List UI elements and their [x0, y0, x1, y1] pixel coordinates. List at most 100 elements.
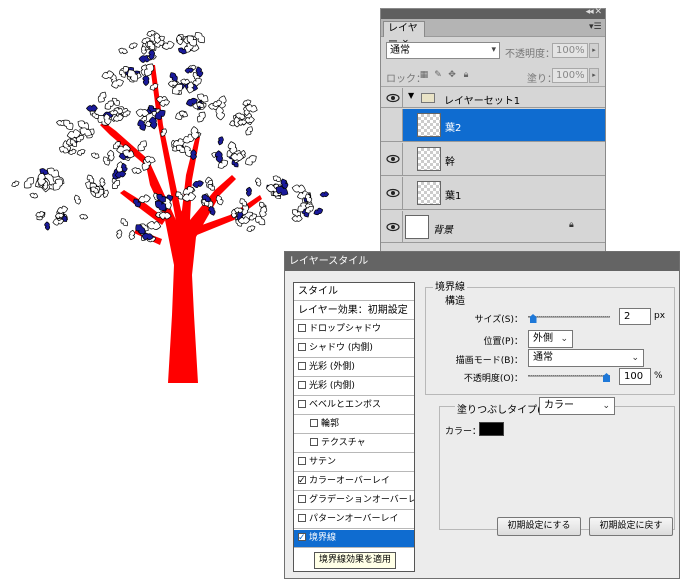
leaf	[245, 126, 253, 136]
effect-item[interactable]: 輪郭	[294, 416, 414, 434]
style-list-preset[interactable]: レイヤー効果：初期設定	[294, 302, 414, 320]
blend-mode-value: 通常	[390, 45, 410, 56]
layers-panel: ◂◂ ✕ レイヤー✕ ▾☰ 通常 ▾ 不透明度： 100% ▸ ロック： ▦ ✎…	[380, 7, 606, 252]
effect-checkbox[interactable]	[298, 530, 306, 547]
effect-checkbox[interactable]	[298, 514, 306, 522]
effect-item[interactable]: 光彩 (外側)	[294, 359, 414, 377]
layer-name: レイヤーセット1	[444, 96, 521, 107]
effect-label: 光彩 (内側)	[309, 381, 355, 391]
eye-icon[interactable]	[386, 93, 400, 103]
effect-checkbox[interactable]	[298, 495, 306, 503]
leaf	[116, 229, 123, 239]
layer-name: 葉1	[445, 191, 462, 202]
effect-label: ドロップシャドウ	[309, 324, 382, 334]
position-label: 位置(P)：	[483, 337, 523, 347]
layer-row-background[interactable]: 背景 🔒︎	[381, 211, 605, 243]
fill-type-select[interactable]: カラー ⌄	[539, 397, 615, 415]
leaf	[196, 111, 206, 123]
color-label: カラー：	[445, 427, 482, 437]
effect-label: パターンオーバーレイ	[309, 514, 399, 524]
layer-row-leaves2[interactable]: 葉2	[381, 109, 605, 142]
panel-menu-icon[interactable]: ▾☰	[589, 22, 602, 33]
effect-checkbox[interactable]	[298, 457, 306, 465]
tab-layers[interactable]: レイヤー✕	[383, 21, 425, 48]
effect-item[interactable]: グラデーションオーバーレイ	[294, 492, 414, 510]
panel-titlebar[interactable]: ◂◂ ✕	[381, 7, 605, 19]
effect-checkbox[interactable]	[298, 324, 306, 332]
leaf	[85, 104, 98, 112]
fill-arrow-icon[interactable]: ▸	[589, 68, 599, 83]
leaf	[128, 42, 138, 50]
opacity-arrow-icon[interactable]: ▸	[589, 43, 599, 58]
effect-item[interactable]: 光彩 (内側)	[294, 378, 414, 396]
effect-checkbox[interactable]	[298, 381, 306, 389]
style-list: スタイル レイヤー効果：初期設定 ドロップシャドウ シャドウ (内側) 光彩 (外側…	[293, 282, 415, 572]
lock-all-icon[interactable]: 🔒︎	[461, 70, 471, 80]
collapse-icon[interactable]: ◂◂ ✕	[586, 7, 602, 17]
lock-row: ロック： ▦ ✎ ✥ 🔒︎ 塗り： 100% ▸	[381, 65, 605, 87]
color-swatch[interactable]	[479, 422, 504, 436]
effect-item[interactable]: テクスチャ	[294, 435, 414, 453]
effect-label: シャドウ (内側)	[309, 343, 373, 353]
leaf	[184, 67, 194, 74]
layer-row-leaves1[interactable]: 葉1	[381, 177, 605, 210]
effect-item[interactable]: カラーオーバーレイ	[294, 473, 414, 491]
folder-icon	[421, 93, 435, 103]
leaf	[131, 167, 142, 174]
eye-icon[interactable]	[386, 222, 400, 232]
effect-label: ベベルとエンボス	[309, 400, 382, 410]
size-input[interactable]: 2	[619, 308, 651, 325]
leaf	[217, 136, 224, 146]
effect-item[interactable]: ベベルとエンボス	[294, 397, 414, 415]
leaf	[142, 74, 150, 87]
leaf	[319, 191, 330, 198]
effect-label: 輪郭	[321, 419, 340, 429]
effect-checkbox[interactable]	[298, 473, 306, 490]
blend-row: 通常 ▾ 不透明度： 100% ▸	[381, 37, 605, 65]
lock-move-icon[interactable]: ✥	[447, 70, 457, 80]
effect-item[interactable]: ドロップシャドウ	[294, 321, 414, 339]
expand-triangle-icon[interactable]: ▼	[408, 91, 414, 100]
chevron-down-icon: ⌄	[602, 401, 610, 411]
position-value: 外側	[533, 333, 553, 344]
lock-paint-icon[interactable]: ✎	[433, 70, 443, 80]
opacity-slider[interactable]	[528, 375, 610, 377]
layer-style-dialog: レイヤースタイル スタイル レイヤー効果：初期設定 ドロップシャドウ シャドウ (…	[284, 251, 680, 579]
leaf	[44, 221, 51, 231]
opacity-input[interactable]: 100%	[552, 43, 588, 58]
structure-title: 構造	[443, 292, 467, 307]
make-default-button[interactable]: 初期設定にする	[497, 517, 581, 536]
effect-checkbox[interactable]	[298, 400, 306, 408]
blend-mode-select[interactable]: 通常 ⌄	[528, 349, 644, 367]
leaf	[128, 229, 136, 241]
layer-row-trunk[interactable]: 幹	[381, 143, 605, 176]
layer-row-group[interactable]: ▼ レイヤーセット1	[381, 88, 605, 108]
size-unit: px	[654, 311, 666, 321]
size-slider[interactable]	[528, 316, 610, 318]
effect-item[interactable]: サテン	[294, 454, 414, 472]
effect-checkbox[interactable]	[310, 419, 318, 427]
panel-tabrow: レイヤー✕ ▾☰	[381, 19, 605, 48]
effect-item[interactable]: パターンオーバーレイ	[294, 511, 414, 529]
effect-label: カラーオーバーレイ	[309, 476, 390, 486]
effect-checkbox[interactable]	[298, 362, 306, 370]
lock-transparency-icon[interactable]: ▦	[419, 70, 429, 80]
effect-checkbox[interactable]	[310, 438, 318, 446]
effect-item[interactable]: シャドウ (内側)	[294, 340, 414, 358]
opacity-input[interactable]: 100	[619, 368, 651, 385]
leaf	[192, 180, 204, 189]
eye-icon[interactable]	[386, 188, 400, 198]
effect-item[interactable]: 境界線	[294, 530, 414, 548]
blend-mode-select[interactable]: 通常 ▾	[386, 42, 500, 59]
fill-input[interactable]: 100%	[552, 68, 588, 83]
leaf	[118, 47, 128, 55]
style-list-header[interactable]: スタイル	[294, 283, 414, 301]
position-select[interactable]: 外側 ⌄	[528, 330, 573, 348]
layer-name: 葉2	[445, 123, 462, 134]
eye-icon[interactable]	[386, 154, 400, 164]
reset-default-button[interactable]: 初期設定に戻す	[589, 517, 673, 536]
leaf	[99, 177, 106, 187]
dialog-title[interactable]: レイヤースタイル	[285, 252, 679, 271]
effect-checkbox[interactable]	[298, 343, 306, 351]
layer-thumbnail	[417, 113, 441, 137]
